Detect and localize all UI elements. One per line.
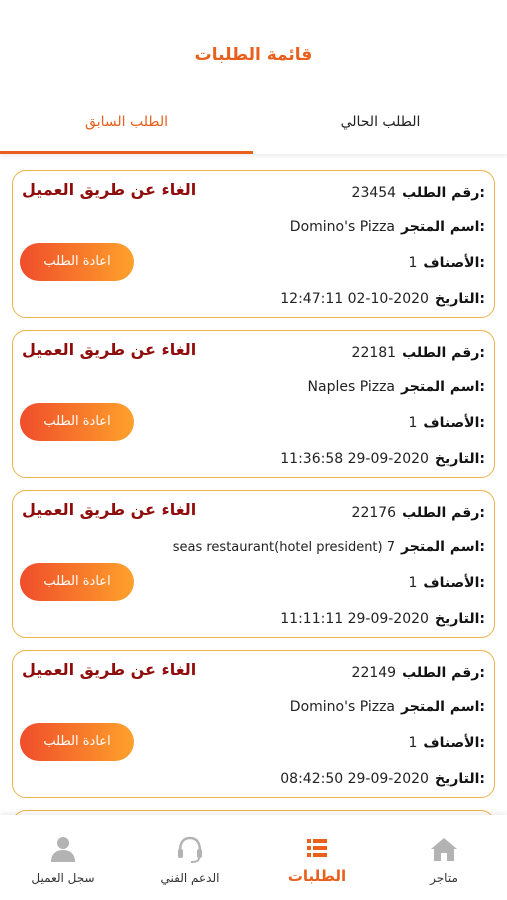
order-number-label: رقم الطلب: bbox=[402, 185, 485, 201]
date-value: 11:11:11 29-09-2020 bbox=[280, 611, 429, 627]
order-card: رقم الطلب: 23454 الغاء عن طريق العميل اس… bbox=[12, 170, 495, 318]
items-row: الأصناف: 1 bbox=[408, 412, 485, 434]
order-number-label: رقم الطلب: bbox=[402, 505, 485, 521]
order-status: الغاء عن طريق العميل bbox=[22, 500, 197, 519]
order-number-row: رقم الطلب: 22149 bbox=[352, 662, 485, 684]
nav-label: متاجر bbox=[430, 871, 458, 885]
items-row: الأصناف: 1 bbox=[408, 252, 485, 274]
home-icon bbox=[431, 838, 457, 861]
date-row: التاريخ: 08:42:50 29-09-2020 bbox=[280, 768, 485, 790]
list-icon bbox=[307, 839, 327, 857]
store-name-label: اسم المتجر: bbox=[401, 379, 485, 395]
bottom-nav: سجل العميل الدعم الفني الطلبات متاجر bbox=[0, 815, 507, 900]
order-number-value: 23454 bbox=[351, 185, 397, 201]
date-label: التاريخ: bbox=[434, 291, 485, 307]
nav-stores[interactable]: متاجر bbox=[381, 815, 507, 900]
date-row: التاريخ: 12:47:11 02-10-2020 bbox=[280, 288, 485, 310]
store-name-value: seas restaurant(hotel president) 7 bbox=[172, 539, 396, 555]
order-status: الغاء عن طريق العميل bbox=[22, 340, 197, 359]
items-value: 1 bbox=[408, 255, 418, 271]
order-number-row: رقم الطلب: 22181 bbox=[352, 342, 485, 364]
store-row: اسم المتجر: seas restaurant(hotel presid… bbox=[173, 536, 485, 558]
nav-support[interactable]: الدعم الفني bbox=[127, 815, 253, 900]
order-card: رقم الطلب: 22181 الغاء عن طريق العميل اس… bbox=[12, 330, 495, 478]
date-label: التاريخ: bbox=[434, 771, 485, 787]
store-name-value: Domino's Pizza bbox=[289, 219, 396, 235]
items-label: الأصناف: bbox=[423, 735, 485, 751]
nav-label: سجل العميل bbox=[31, 871, 95, 885]
store-name-label: اسم المتجر: bbox=[401, 219, 485, 235]
items-value: 1 bbox=[408, 415, 418, 431]
store-row: اسم المتجر: Domino's Pizza bbox=[290, 696, 485, 718]
order-status: الغاء عن طريق العميل bbox=[22, 180, 197, 199]
order-number-row: رقم الطلب: 22176 bbox=[352, 502, 485, 524]
store-row: اسم المتجر: Naples Pizza bbox=[308, 376, 485, 398]
date-label: التاريخ: bbox=[434, 611, 485, 627]
reorder-button[interactable]: اعادة الطلب bbox=[20, 243, 134, 281]
date-value: 11:36:58 29-09-2020 bbox=[280, 451, 429, 467]
header: قائمة الطلبات bbox=[0, 0, 507, 100]
order-card: رقم الطلب: 22149 الغاء عن طريق العميل اس… bbox=[12, 650, 495, 798]
page-title: قائمة الطلبات bbox=[194, 45, 313, 65]
store-row: اسم المتجر: Domino's Pizza bbox=[290, 216, 485, 238]
items-label: الأصناف: bbox=[423, 575, 485, 591]
store-name-label: اسم المتجر: bbox=[401, 539, 485, 555]
reorder-button[interactable]: اعادة الطلب bbox=[20, 403, 134, 441]
nav-orders[interactable]: الطلبات bbox=[254, 815, 380, 900]
nav-customer-profile[interactable]: سجل العميل bbox=[0, 815, 126, 900]
items-value: 1 bbox=[408, 575, 418, 591]
tab-bar: الطلب السابق الطلب الحالي bbox=[0, 100, 507, 154]
tab-current-orders[interactable]: الطلب الحالي bbox=[254, 100, 507, 154]
tab-previous-orders[interactable]: الطلب السابق bbox=[0, 100, 253, 154]
items-row: الأصناف: 1 bbox=[408, 732, 485, 754]
store-name-label: اسم المتجر: bbox=[401, 699, 485, 715]
order-number-value: 22176 bbox=[351, 505, 397, 521]
order-number-value: 22149 bbox=[351, 665, 397, 681]
order-number-label: رقم الطلب: bbox=[402, 345, 485, 361]
order-number-row: رقم الطلب: 23454 bbox=[352, 182, 485, 204]
order-number-value: 22181 bbox=[351, 345, 397, 361]
items-value: 1 bbox=[408, 735, 418, 751]
reorder-button[interactable]: اعادة الطلب bbox=[20, 563, 134, 601]
order-number-label: رقم الطلب: bbox=[402, 665, 485, 681]
order-status: الغاء عن طريق العميل bbox=[22, 660, 197, 679]
date-value: 12:47:11 02-10-2020 bbox=[280, 291, 429, 307]
user-icon bbox=[51, 837, 75, 862]
date-label: التاريخ: bbox=[434, 451, 485, 467]
reorder-button[interactable]: اعادة الطلب bbox=[20, 723, 134, 761]
store-name-value: Domino's Pizza bbox=[289, 699, 396, 715]
order-card: رقم الطلب: 22176 الغاء عن طريق العميل اس… bbox=[12, 490, 495, 638]
items-label: الأصناف: bbox=[423, 415, 485, 431]
nav-label: الدعم الفني bbox=[160, 871, 220, 885]
nav-label: الطلبات bbox=[287, 867, 347, 885]
store-name-value: Naples Pizza bbox=[307, 379, 396, 395]
headset-icon bbox=[178, 836, 202, 863]
items-label: الأصناف: bbox=[423, 255, 485, 271]
date-row: التاريخ: 11:11:11 29-09-2020 bbox=[280, 608, 485, 630]
date-row: التاريخ: 11:36:58 29-09-2020 bbox=[280, 448, 485, 470]
items-row: الأصناف: 1 bbox=[408, 572, 485, 594]
date-value: 08:42:50 29-09-2020 bbox=[280, 771, 429, 787]
